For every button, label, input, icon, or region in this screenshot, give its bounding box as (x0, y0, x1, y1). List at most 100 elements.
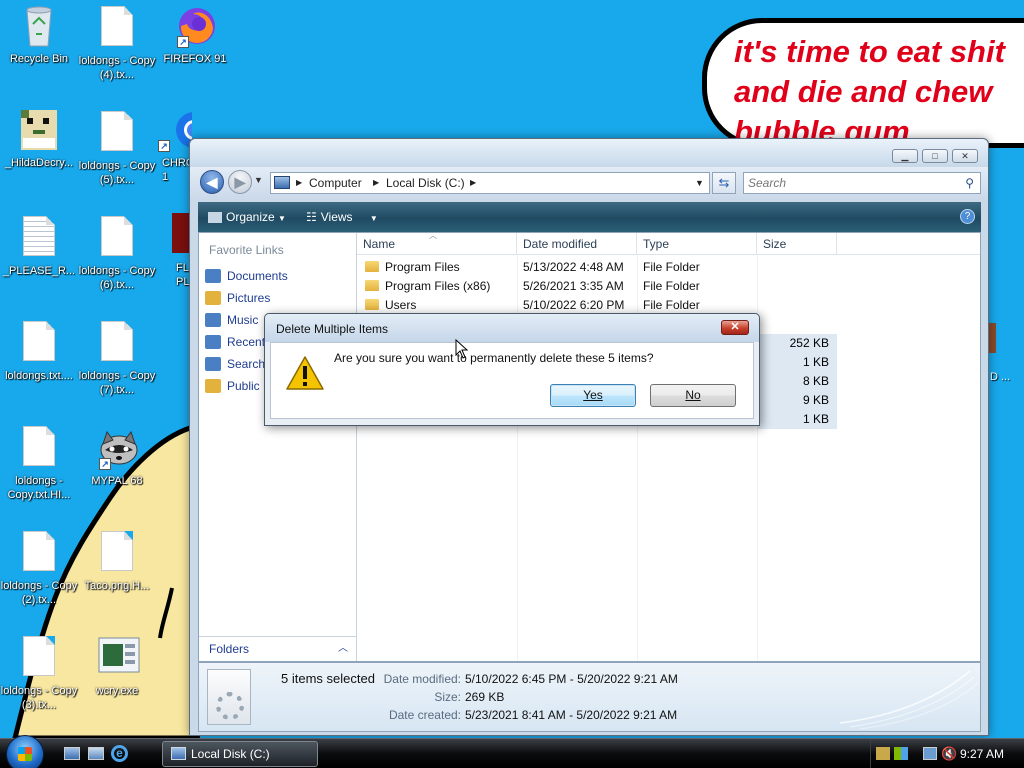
desktop-icon-loldongs-copy-3[interactable]: loldongs - Copy (3).tx... (0, 636, 78, 712)
desktop-icon-loldongs-copy-4[interactable]: loldongs - Copy (4).tx... (78, 6, 156, 82)
content-area: Favorite Links Documents Pictures Music … (198, 231, 981, 662)
shortcut-arrow-icon: ↗ (99, 458, 111, 470)
network-icon[interactable] (923, 747, 937, 760)
breadcrumb-separator-icon: ▶ (470, 178, 477, 187)
nav-item-documents[interactable]: Documents (205, 267, 288, 285)
desktop-icon-label: FIREFOX 91 (163, 53, 227, 65)
text-file-icon (19, 531, 59, 575)
breadcrumb-local-disk[interactable]: Local Disk (C:) (386, 173, 465, 193)
column-label: Date modified (523, 237, 598, 251)
organize-menu[interactable]: Organize ▼ (208, 202, 286, 234)
column-label: Name (363, 237, 396, 251)
quicklaunch-switch-windows[interactable] (88, 747, 104, 760)
desktop-icon-loldongs-copy-7[interactable]: loldongs - Copy (7).tx... (78, 321, 156, 397)
yes-button[interactable]: Yes (550, 384, 636, 407)
desktop-icon-loldongs-copy[interactable]: loldongs - Copy.txt.HI... (0, 426, 78, 502)
text-file-icon (97, 321, 137, 365)
back-button[interactable]: ◀ (200, 170, 224, 194)
nav-item-recent[interactable]: Recent (205, 333, 265, 351)
taskbar-task-local-disk[interactable]: Local Disk (C:) (162, 741, 318, 767)
recycle-bin-icon (19, 4, 59, 48)
views-menu[interactable]: ☷ Views ▼ (306, 202, 378, 234)
column-header-type[interactable]: Type (637, 233, 757, 255)
desktop-icon-mypal[interactable]: ↗ MYPAL 68 (78, 426, 156, 488)
text-file-icon (97, 216, 137, 260)
shortcut-arrow-icon: ↗ (177, 36, 189, 48)
file-name: Program Files (385, 260, 460, 274)
nav-item-public[interactable]: Public (205, 377, 260, 395)
documents-icon (205, 269, 221, 283)
recent-pages-dropdown[interactable]: ▼ (254, 175, 263, 185)
search-icon[interactable]: ⚲ (965, 173, 974, 193)
desktop-icon-recycle-bin[interactable]: Recycle Bin (0, 4, 78, 66)
file-list-header: Name ︿ Date modified Type Size (357, 231, 980, 255)
music-icon (205, 313, 221, 327)
quicklaunch-show-desktop[interactable] (64, 747, 80, 760)
dialog-close-button[interactable]: ✕ (721, 320, 749, 335)
computer-icon (274, 176, 290, 189)
address-dropdown-icon[interactable]: ▼ (695, 173, 704, 193)
help-icon[interactable]: ? (960, 209, 975, 224)
folder-icon (365, 280, 379, 292)
favorite-links-heading: Favorite Links (209, 243, 284, 257)
refresh-button[interactable]: ⇆ (712, 172, 736, 194)
file-size-cell[interactable]: 8 KB (757, 372, 837, 391)
taskbar: e Local Disk (C:) 🔇 9:27 AM (0, 735, 1024, 768)
desktop-icon-loldongs-copy-2[interactable]: loldongs - Copy (2).tx... (0, 531, 78, 607)
folder-icon (365, 299, 379, 311)
file-size-cell[interactable]: 252 KB (757, 334, 837, 353)
desktop-icon-taco[interactable]: Taco.png.H... (78, 531, 156, 593)
desktop-icon-label: loldongs - Copy (3).tx... (0, 685, 78, 711)
flash-icon (156, 213, 192, 257)
table-row[interactable]: Program Files (x86) 5/26/2021 3:35 AM Fi… (357, 277, 837, 296)
desktop-icon-label: loldongs - Copy (2).tx... (0, 580, 78, 606)
dialog-titlebar[interactable]: Delete Multiple Items (265, 314, 759, 342)
table-row[interactable]: Program Files 5/13/2022 4:48 AM File Fol… (357, 258, 837, 277)
tray-icon-1[interactable] (876, 747, 890, 760)
desktop-icon-loldongs[interactable]: loldongs.txt.... (0, 321, 78, 383)
column-header-size[interactable]: Size (757, 233, 837, 255)
column-label: Type (643, 237, 670, 251)
folders-toggle[interactable]: Folders ︿ (199, 636, 356, 660)
chevron-up-icon: ︿ (338, 643, 348, 654)
tray-icon-2[interactable] (894, 747, 908, 760)
nav-item-pictures[interactable]: Pictures (205, 289, 270, 307)
date-modified-value: 5/10/2022 6:45 PM - 5/20/2022 9:21 AM (465, 672, 678, 686)
breadcrumb-computer[interactable]: Computer (309, 173, 362, 193)
window-titlebar[interactable]: ▁ □ ✕ (190, 139, 988, 165)
address-bar[interactable]: ▶ Computer ▶ Local Disk (C:) ▶ ▼ (270, 172, 710, 194)
forward-button[interactable]: ▶ (228, 170, 252, 194)
desktop-icon-chrome[interactable]: ↗ CHRO 1 (156, 108, 192, 184)
close-button[interactable]: ✕ (952, 149, 978, 163)
dialog-message: Are you sure you want to permanently del… (334, 351, 654, 365)
text-file-icon (97, 6, 137, 50)
desktop-icon-loldongs-copy-5[interactable]: loldongs - Copy (5).tx... (78, 111, 156, 187)
quicklaunch-internet-explorer[interactable]: e (111, 745, 128, 762)
nav-item-searches[interactable]: Searche (205, 355, 272, 373)
column-header-date-modified[interactable]: Date modified (517, 233, 637, 255)
file-size-cell[interactable]: 9 KB (757, 391, 837, 410)
breadcrumb-separator-icon: ▶ (296, 178, 303, 187)
gear-icon (216, 692, 244, 720)
desktop-icon-loldongs-copy-6[interactable]: loldongs - Copy (6).tx... (78, 216, 156, 292)
desktop-icon-wcry[interactable]: wcry.exe (78, 636, 156, 698)
maximize-button[interactable]: □ (922, 149, 948, 163)
volume-muted-icon[interactable]: 🔇 (941, 746, 957, 762)
no-button[interactable]: No (650, 384, 736, 407)
column-header-name[interactable]: Name ︿ (357, 231, 517, 255)
taskbar-task-label: Local Disk (C:) (191, 747, 270, 761)
computer-icon (171, 747, 186, 760)
desktop-icon-hilda[interactable]: _HildaDecry... (0, 108, 78, 170)
search-input[interactable]: Search ⚲ (743, 172, 981, 194)
minimize-button[interactable]: ▁ (892, 149, 918, 163)
desktop-icon-flash[interactable]: FL PLAY (156, 213, 192, 289)
clock[interactable]: 9:27 AM (960, 739, 1004, 768)
file-size-cell[interactable]: 1 KB (757, 410, 837, 429)
file-size-cell[interactable]: 1 KB (757, 353, 837, 372)
speech-bubble-text: it's time to eat shit and die and chew b… (734, 32, 1024, 152)
start-button[interactable] (6, 735, 44, 768)
desktop-icon-please-read[interactable]: _PLEASE_R... (0, 216, 78, 278)
file-name: Users (385, 298, 417, 312)
desktop-icon-firefox[interactable]: ↗ FIREFOX 91 (156, 4, 234, 66)
nav-item-music[interactable]: Music (205, 311, 258, 329)
